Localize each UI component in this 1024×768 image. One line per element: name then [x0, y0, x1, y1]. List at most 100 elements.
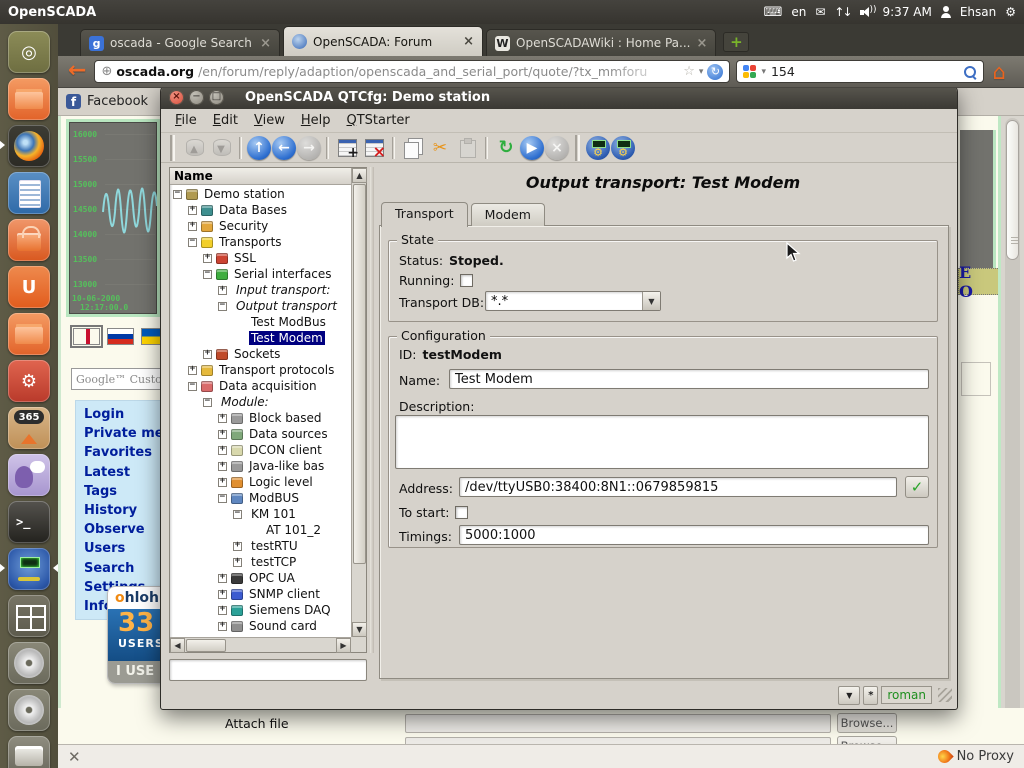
toolbar-handle[interactable] — [575, 135, 580, 161]
tab-close-icon[interactable] — [260, 36, 271, 51]
toolbar-separator[interactable] — [485, 137, 488, 159]
openscada-app[interactable] — [8, 548, 50, 590]
address-input[interactable]: /dev/ttyUSB0:38400:8N1::0679859815 — [459, 477, 897, 497]
transport-db-select[interactable]: *.* ▼ — [485, 291, 661, 311]
sync-arrows-icon[interactable]: ↑↓ — [834, 5, 850, 19]
disc-2[interactable] — [8, 689, 50, 731]
ubuntu-one[interactable]: U — [8, 266, 50, 308]
tree-expander[interactable] — [188, 238, 197, 247]
bookmark-facebook[interactable]: Facebook — [87, 94, 148, 109]
tree-search-input[interactable] — [169, 659, 367, 681]
tree-expander[interactable] — [203, 254, 212, 263]
toolbar-separator[interactable] — [239, 137, 242, 159]
keyboard-icon[interactable]: ⌨ — [764, 5, 783, 20]
tree-header[interactable]: Name — [170, 168, 351, 185]
tree-item-sound-card[interactable]: Sound card — [170, 618, 351, 634]
tree-expander[interactable] — [203, 270, 212, 279]
tree-item-data-bases[interactable]: Data Bases — [170, 202, 351, 218]
tab-close-icon[interactable] — [696, 36, 707, 51]
paste-button[interactable] — [454, 135, 480, 161]
terminal[interactable]: >_ — [8, 501, 50, 543]
add-item-button[interactable]: + — [334, 135, 360, 161]
update-manager[interactable]: 365 — [8, 407, 50, 449]
forward-button[interactable]: → — [297, 136, 321, 160]
description-textarea[interactable] — [395, 415, 929, 469]
scroll-up-icon[interactable]: ▲ — [352, 168, 367, 183]
tree-expander[interactable] — [218, 446, 227, 455]
libreoffice-writer[interactable] — [8, 172, 50, 214]
tree-item-logic-level[interactable]: Logic level — [170, 474, 351, 490]
workspace-switcher[interactable] — [8, 595, 50, 637]
start-button[interactable]: ▶ — [520, 136, 544, 160]
tree-expander[interactable] — [218, 590, 227, 599]
tree-item-sockets[interactable]: Sockets — [170, 346, 351, 362]
flag-ru-icon[interactable] — [107, 328, 134, 345]
running-checkbox[interactable] — [460, 274, 473, 287]
tree-expander[interactable] — [233, 510, 242, 519]
scroll-left-icon[interactable]: ◀ — [170, 638, 185, 653]
tree-expander[interactable] — [218, 414, 227, 423]
tree-vertical-scrollbar[interactable]: ▲ ▼ — [351, 168, 366, 637]
tree-expander[interactable] — [188, 206, 197, 215]
software-center[interactable] — [8, 219, 50, 261]
forum-menu-link[interactable]: Login — [84, 405, 160, 424]
save-button[interactable]: ▼ — [208, 135, 234, 161]
url-dropdown-icon[interactable]: ▾ — [699, 67, 704, 77]
tree-item-test-modbus[interactable]: Test ModBus — [170, 314, 351, 330]
tree-vscroll-thumb[interactable] — [353, 184, 366, 564]
session-gear-icon[interactable]: ⚙ — [1005, 5, 1016, 19]
tree-item-module[interactable]: Module: — [170, 394, 351, 410]
tree-expander[interactable] — [218, 574, 227, 583]
ohloh-badge[interactable]: ohloh 33 USERS I USE — [107, 586, 160, 684]
tab-close-icon[interactable] — [463, 34, 474, 49]
tab-google-search[interactable]: oscada - Google Search — [80, 29, 280, 56]
volume-icon[interactable]: )) — [860, 6, 874, 18]
tree-item-transports[interactable]: Transports — [170, 234, 351, 250]
tree-item-output-transport[interactable]: Output transport — [170, 298, 351, 314]
ubuntu-button[interactable]: ◎ — [8, 31, 50, 73]
disc-1[interactable] — [8, 642, 50, 684]
menu-item[interactable]: File — [167, 111, 205, 130]
tab-transport[interactable]: Transport — [381, 202, 468, 227]
menu-item[interactable]: Edit — [205, 111, 246, 130]
tree-expander[interactable] — [233, 558, 242, 567]
tree-item-demo-station[interactable]: Demo station — [170, 186, 351, 202]
up-button[interactable]: ↑ — [247, 136, 271, 160]
folder-2[interactable] — [8, 313, 50, 355]
search-input[interactable]: 154 — [771, 64, 958, 79]
proxy-status[interactable]: No Proxy — [957, 749, 1014, 764]
tree-expander[interactable] — [218, 286, 227, 295]
system-settings[interactable]: ⚙ — [8, 360, 50, 402]
back-button[interactable]: ← — [68, 58, 86, 83]
session-username[interactable]: Ehsan — [960, 5, 996, 19]
menu-item[interactable]: Help — [293, 111, 339, 130]
copy-button[interactable] — [400, 135, 426, 161]
tree-horizontal-scrollbar[interactable]: ◀ ▶ — [170, 637, 351, 652]
qtstarter-tools-button[interactable]: ⚙ — [611, 136, 635, 160]
forum-menu-link[interactable]: Users — [84, 539, 160, 558]
tab-modem[interactable]: Modem — [471, 203, 545, 226]
toolbar-handle[interactable] — [170, 135, 175, 161]
dialog-titlebar[interactable]: × − □ OpenSCADA QTCfg: Demo station — [161, 85, 957, 109]
resize-grip[interactable] — [938, 688, 952, 702]
back-button[interactable]: ← — [272, 136, 296, 160]
toolbar-separator[interactable] — [326, 137, 329, 159]
tree-expander[interactable] — [173, 190, 182, 199]
tree-expander[interactable] — [218, 494, 227, 503]
timings-input[interactable]: 5000:1000 — [459, 525, 929, 545]
stop-button[interactable]: × — [545, 136, 569, 160]
tree-item-testrtu[interactable]: testRTU — [170, 538, 351, 554]
statusbar-user-field[interactable]: roman — [881, 686, 932, 704]
tree-expander[interactable] — [218, 622, 227, 631]
maximize-button[interactable]: □ — [209, 90, 224, 105]
tree-expander[interactable] — [233, 542, 242, 551]
delete-item-button[interactable]: × — [361, 135, 387, 161]
attach-file-input[interactable] — [405, 714, 831, 733]
forum-menu-link[interactable]: Tags — [84, 482, 160, 501]
tree-item-at-101-2[interactable]: AT 101_2 — [170, 522, 351, 538]
url-bar[interactable]: ⊕ oscada.org /en/forum/reply/adaption/op… — [94, 60, 730, 83]
forum-menu-link[interactable]: Observe — [84, 520, 160, 539]
apply-check-button[interactable]: ✓ — [905, 476, 929, 498]
minimize-button[interactable]: − — [189, 90, 204, 105]
menu-item[interactable]: QTStarter — [338, 111, 417, 130]
